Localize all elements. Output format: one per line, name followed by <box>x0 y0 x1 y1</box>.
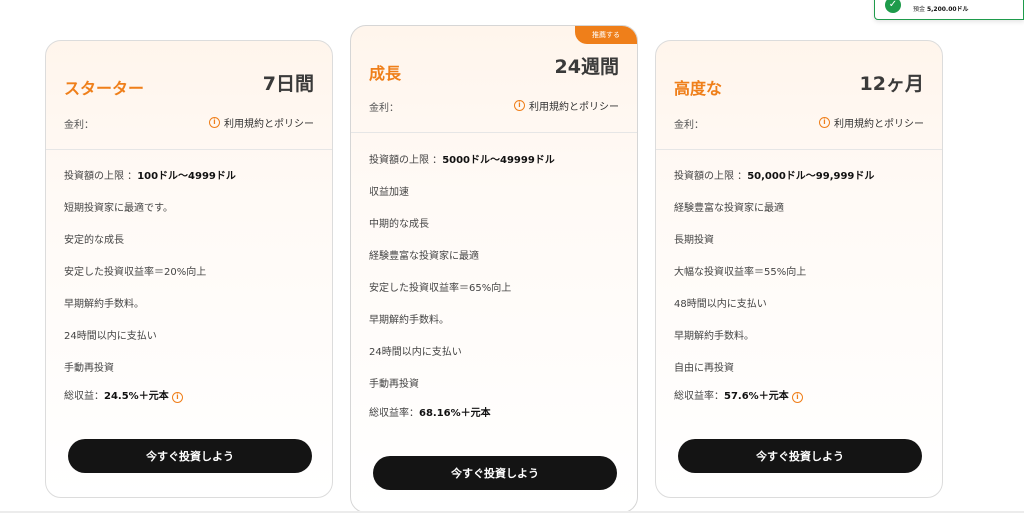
feature-item: 早期解約手数料。 <box>674 331 754 342</box>
plan-title: 高度な <box>674 79 723 98</box>
total-return: 総収益：24.5%＋元本 i <box>64 387 183 403</box>
feature-item: 早期解約手数料。 <box>369 315 449 326</box>
feature-item: 収益加速 <box>369 187 409 198</box>
terms-label: 利用規約とポリシー <box>834 119 924 130</box>
feature-item: 投資額の上限 ：100ドル〜4999ドル <box>64 171 236 182</box>
divider <box>656 149 942 150</box>
info-icon: i <box>819 117 830 128</box>
interest-rate-label: 金利： <box>674 120 704 131</box>
terms-label: 利用規約とポリシー <box>224 119 314 130</box>
plan-title: 成長 <box>369 64 402 83</box>
plan-duration: 24週間 <box>554 56 619 78</box>
feature-item: 安定的な成長 <box>64 235 124 246</box>
feature-item: 安定した投資収益率＝65%向上 <box>369 283 512 294</box>
feature-item: 手動再投資 <box>369 379 419 390</box>
plan-card-growth: 推薦する 成長 24週間 金利： i 利用規約とポリシー 投資額の上限 ：500… <box>350 25 638 513</box>
interest-rate-label: 金利： <box>64 120 94 131</box>
feature-item: 経験豊富な投資家に最適 <box>674 203 784 214</box>
info-icon[interactable]: i <box>791 392 803 403</box>
invest-now-button[interactable]: 今すぐ投資しよう <box>678 439 922 473</box>
check-icon: ✓ <box>885 0 901 13</box>
feature-item: 24時間以内に支払い <box>369 347 462 358</box>
recommended-badge: 推薦する <box>575 26 637 44</box>
feature-item: 短期投資家に最適です。 <box>64 203 173 214</box>
invest-now-button[interactable]: 今すぐ投資しよう <box>68 439 312 473</box>
toast-amount: 5,200.00ドル <box>926 6 969 13</box>
interest-rate-label: 金利： <box>369 103 399 114</box>
toast-message: 預金 5,200.00ドル <box>913 4 969 13</box>
feature-item: 中期的な成長 <box>369 219 429 230</box>
info-icon: i <box>209 117 220 128</box>
terms-label: 利用規約とポリシー <box>529 102 619 113</box>
total-return: 総収益率：68.16%＋元本 <box>369 408 491 419</box>
feature-item: 48時間以内に支払い <box>674 299 767 310</box>
divider <box>351 132 637 133</box>
feature-item: 投資額の上限 ：50,000ドル〜99,999ドル <box>674 171 875 182</box>
terms-link[interactable]: i 利用規約とポリシー <box>819 115 924 130</box>
plan-card-starter: スターター 7日間 金利： i 利用規約とポリシー 投資額の上限 ：100ドル〜… <box>45 40 333 498</box>
feature-item: 安定した投資収益率＝20%向上 <box>64 267 207 278</box>
plan-title: スターター <box>64 79 145 98</box>
feature-item: 手動再投資 <box>64 363 114 374</box>
feature-item: 早期解約手数料。 <box>64 299 144 310</box>
divider <box>46 149 332 150</box>
feature-item: 24時間以内に支払い <box>64 331 157 342</box>
feature-item: 大幅な投資収益率＝55%向上 <box>674 267 807 278</box>
deposit-toast: ✓ 預金 5,200.00ドル <box>874 0 1024 20</box>
info-icon: i <box>514 100 525 111</box>
toast-label: 預金 <box>913 6 926 13</box>
total-return: 総収益率：57.6%＋元本 i <box>674 387 803 403</box>
plan-duration: 12ヶ月 <box>859 73 924 95</box>
invest-now-button[interactable]: 今すぐ投資しよう <box>373 456 617 490</box>
plan-duration: 7日間 <box>262 73 314 95</box>
feature-item: 投資額の上限 ：5000ドル〜49999ドル <box>369 155 555 166</box>
plan-card-advanced: 高度な 12ヶ月 金利： i 利用規約とポリシー 投資額の上限 ：50,000ド… <box>655 40 943 498</box>
info-icon[interactable]: i <box>171 392 183 403</box>
feature-item: 長期投資 <box>674 235 714 246</box>
feature-item: 自由に再投資 <box>674 363 734 374</box>
terms-link[interactable]: i 利用規約とポリシー <box>514 98 619 113</box>
feature-item: 経験豊富な投資家に最適 <box>369 251 479 262</box>
terms-link[interactable]: i 利用規約とポリシー <box>209 115 314 130</box>
